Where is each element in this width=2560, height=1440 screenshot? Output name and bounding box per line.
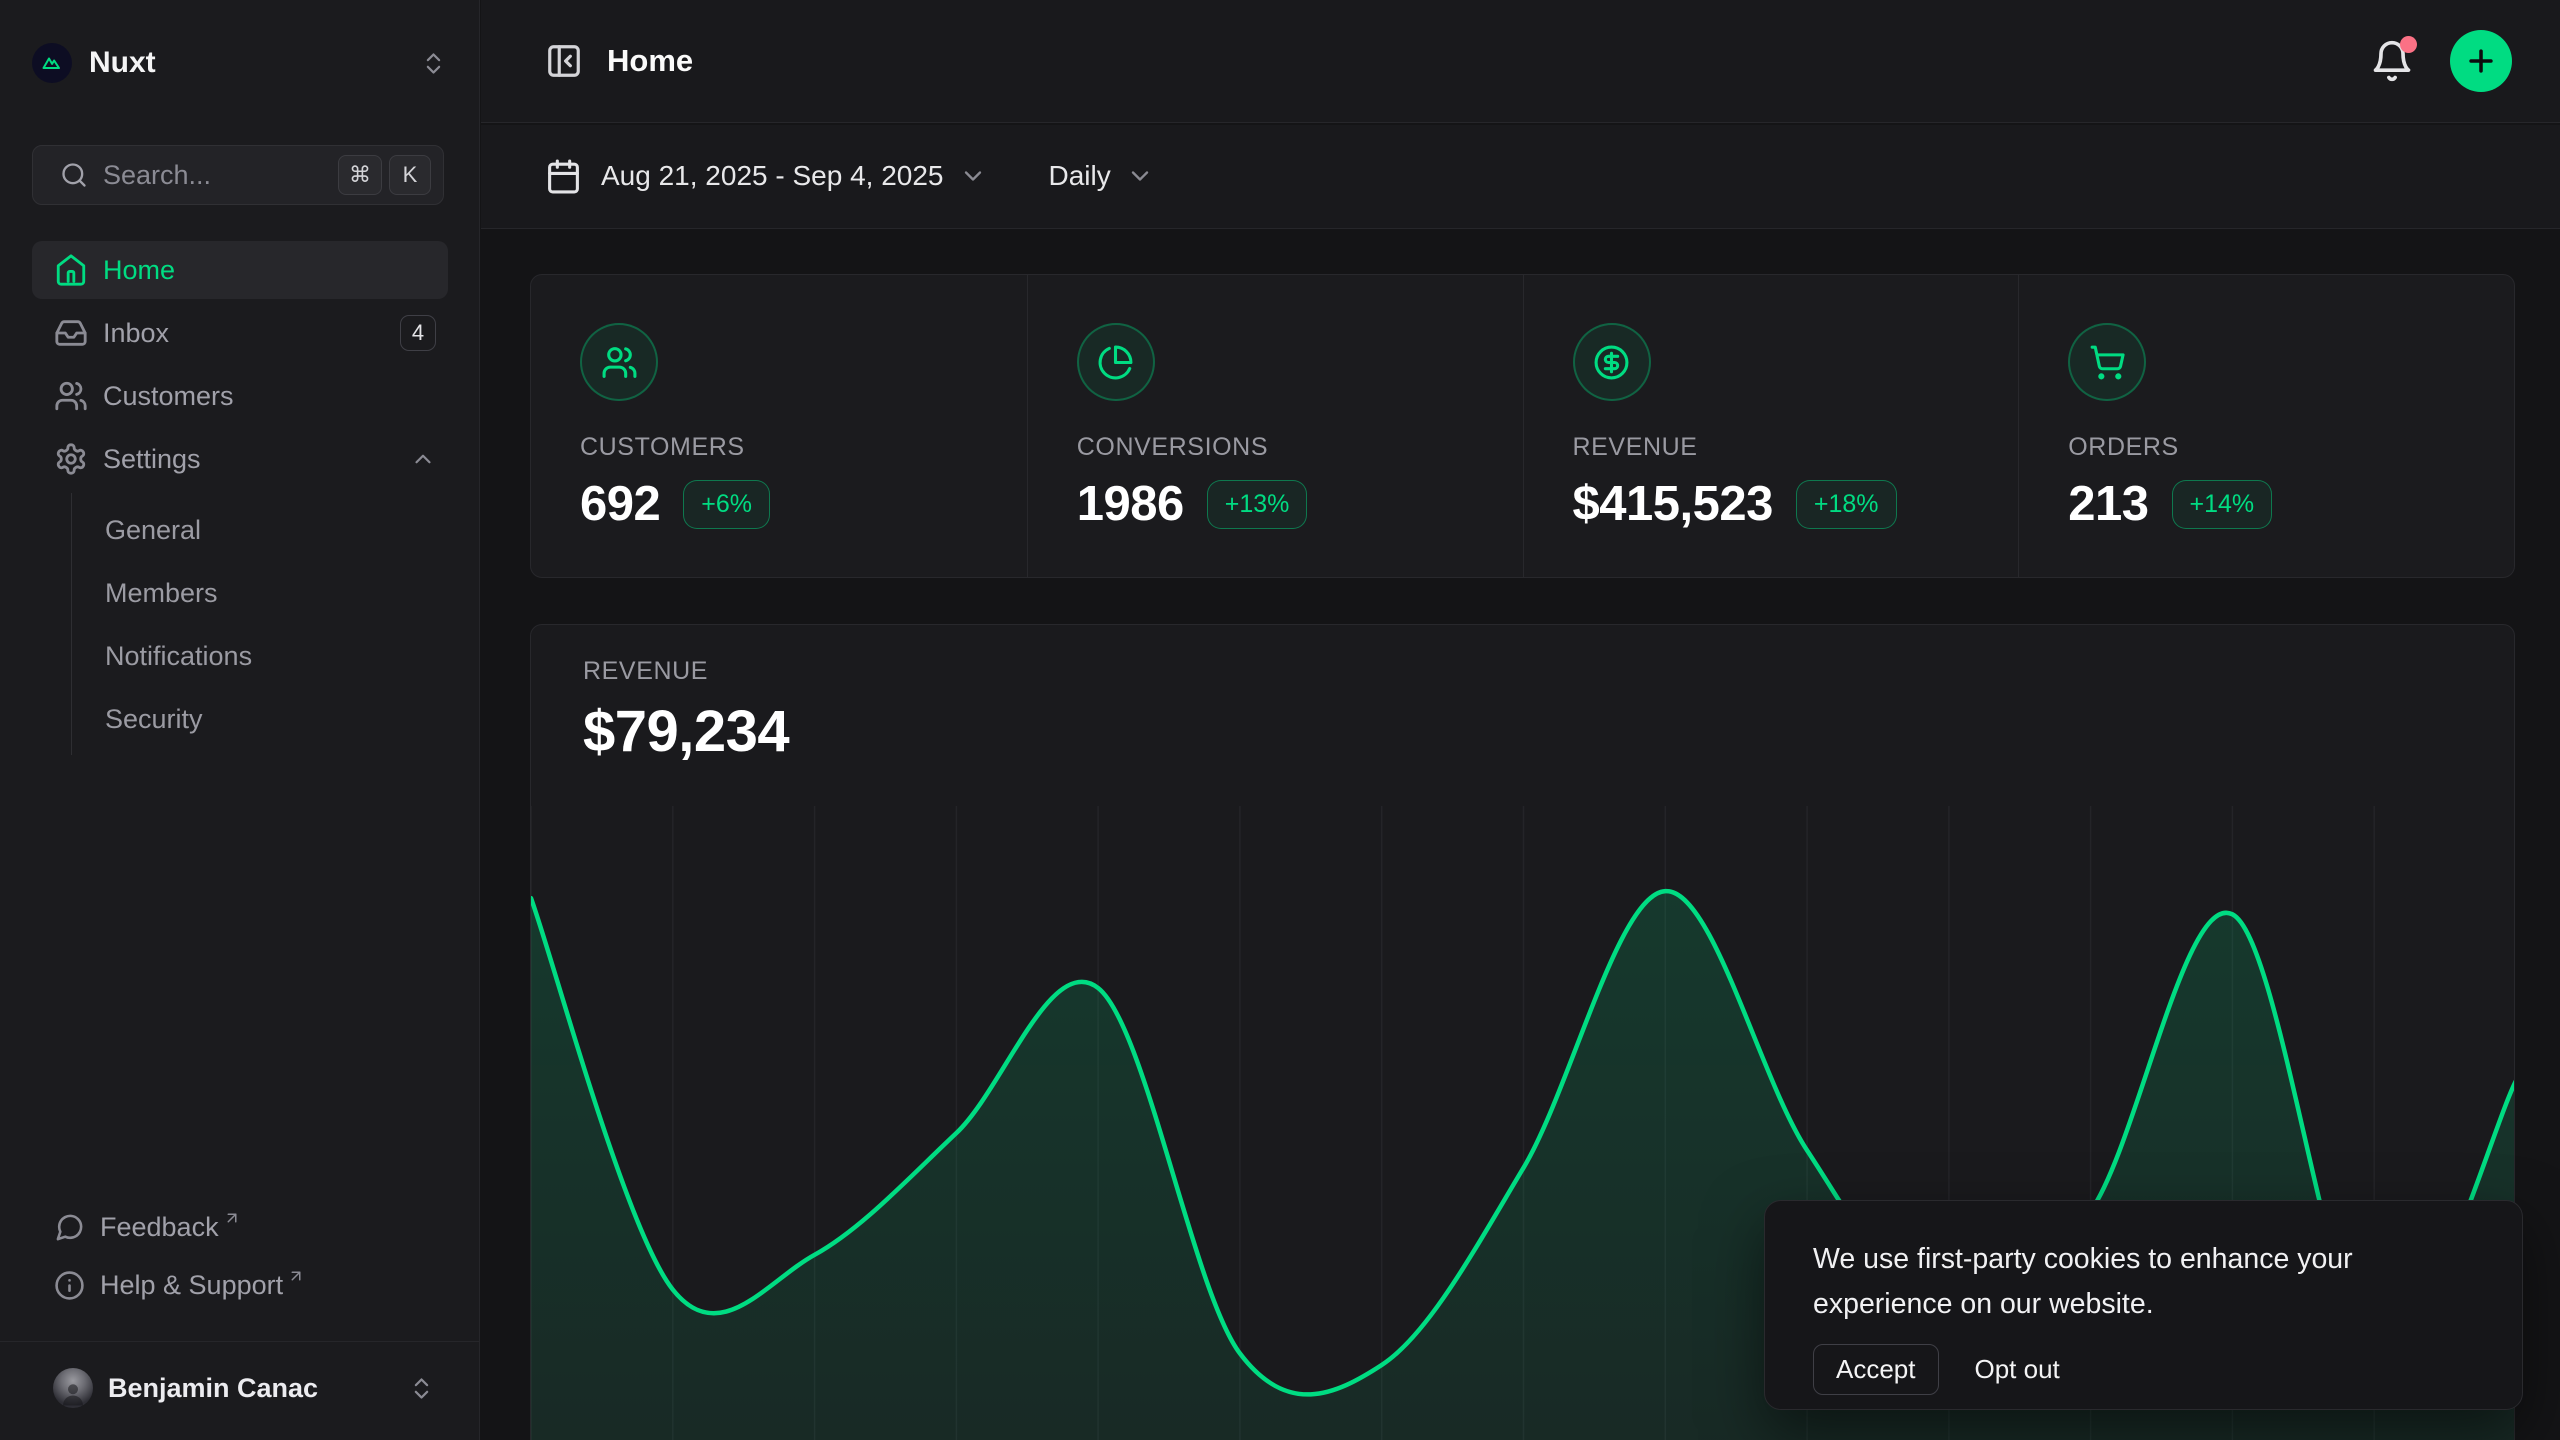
stat-label: CUSTOMERS xyxy=(580,433,1027,462)
home-icon xyxy=(54,253,88,287)
chevron-up-icon xyxy=(410,446,436,472)
stat-delta-badge: +18% xyxy=(1796,480,1897,529)
stat-label: REVENUE xyxy=(1573,433,2019,462)
page-title: Home xyxy=(607,43,693,79)
header-actions xyxy=(2370,30,2512,92)
stats-cards: CUSTOMERS 692 +6% CONVERSIONS 1986 +13% … xyxy=(530,274,2515,578)
external-link-icon xyxy=(287,1267,305,1285)
workspace-name: Nuxt xyxy=(89,46,156,80)
calendar-icon xyxy=(545,158,582,195)
shopping-cart-icon xyxy=(2068,323,2146,401)
nuxt-logo-icon xyxy=(32,43,72,83)
notification-dot xyxy=(2400,36,2417,53)
stat-label: CONVERSIONS xyxy=(1077,433,1523,462)
panel-left-close-icon[interactable] xyxy=(545,42,583,80)
stat-card-orders: ORDERS 213 +14% xyxy=(2018,275,2514,577)
sidebar-item-inbox[interactable]: Inbox 4 xyxy=(32,304,448,362)
sidebar-item-home[interactable]: Home xyxy=(32,241,448,299)
kbd-cmd: ⌘ xyxy=(338,155,382,195)
kbd-k: K xyxy=(389,155,431,195)
stat-delta-badge: +6% xyxy=(683,480,770,529)
subnav-label: Security xyxy=(105,704,203,735)
sidebar-item-label: Home xyxy=(103,255,175,286)
search-input[interactable]: ⌘ K xyxy=(32,145,444,205)
inbox-count-badge: 4 xyxy=(400,315,436,351)
stat-card-conversions: CONVERSIONS 1986 +13% xyxy=(1027,275,1523,577)
sidebar-item-label: Inbox xyxy=(103,318,169,349)
sidebar-item-label: Settings xyxy=(103,444,201,475)
search-field[interactable] xyxy=(103,160,331,191)
sidebar-item-members[interactable]: Members xyxy=(72,562,448,625)
settings-subnav: General Members Notifications Security xyxy=(71,493,448,755)
revenue-panel-value: $79,234 xyxy=(583,698,2514,765)
feedback-label: Feedback xyxy=(100,1212,219,1243)
users-icon xyxy=(54,379,88,413)
sidebar-item-settings[interactable]: Settings xyxy=(32,430,448,488)
stat-label: ORDERS xyxy=(2068,433,2514,462)
subnav-label: Notifications xyxy=(105,641,252,672)
notifications-button[interactable] xyxy=(2370,39,2414,83)
message-circle-icon xyxy=(54,1212,85,1243)
date-range-picker[interactable]: Aug 21, 2025 - Sep 4, 2025 xyxy=(545,158,987,195)
stat-value: 213 xyxy=(2068,476,2148,532)
revenue-panel-label: REVENUE xyxy=(583,657,2514,686)
feedback-link[interactable]: Feedback xyxy=(32,1198,447,1256)
stat-value: 1986 xyxy=(1077,476,1184,532)
stat-card-customers: CUSTOMERS 692 +6% xyxy=(531,275,1027,577)
sidebar-item-general[interactable]: General xyxy=(72,499,448,562)
sidebar-item-customers[interactable]: Customers xyxy=(32,367,448,425)
date-range-label: Aug 21, 2025 - Sep 4, 2025 xyxy=(601,160,944,192)
user-menu[interactable]: Benjamin Canac xyxy=(32,1357,447,1419)
circle-dollar-icon xyxy=(1573,323,1651,401)
help-support-label: Help & Support xyxy=(100,1270,283,1301)
chevron-down-icon xyxy=(1126,162,1154,190)
granularity-label: Daily xyxy=(1049,160,1111,192)
toolbar: Aug 21, 2025 - Sep 4, 2025 Daily xyxy=(481,125,2560,229)
stat-delta-badge: +13% xyxy=(1207,480,1308,529)
pie-chart-icon xyxy=(1077,323,1155,401)
add-button[interactable] xyxy=(2450,30,2512,92)
subnav-label: General xyxy=(105,515,201,546)
subnav-label: Members xyxy=(105,578,218,609)
sidebar-footer-links: Feedback Help & Support xyxy=(32,1198,447,1314)
stat-value: $415,523 xyxy=(1573,476,1773,532)
external-link-icon xyxy=(223,1209,241,1227)
workspace-switcher[interactable]: Nuxt xyxy=(32,40,447,86)
users-icon xyxy=(580,323,658,401)
sidebar-nav: Home Inbox 4 Customers Settings Gener xyxy=(32,241,448,755)
cookie-banner: We use first-party cookies to enhance yo… xyxy=(1764,1200,2523,1410)
opt-out-button[interactable]: Opt out xyxy=(1975,1354,2060,1385)
help-support-link[interactable]: Help & Support xyxy=(32,1256,447,1314)
info-circle-icon xyxy=(54,1270,85,1301)
chevrons-up-down-icon xyxy=(408,1375,435,1402)
sidebar-divider xyxy=(0,1341,479,1342)
chevrons-up-down-icon xyxy=(420,50,447,77)
avatar xyxy=(53,1368,93,1408)
inbox-icon xyxy=(54,316,88,350)
sidebar-item-notifications[interactable]: Notifications xyxy=(72,625,448,688)
accept-button[interactable]: Accept xyxy=(1813,1344,1939,1395)
user-name: Benjamin Canac xyxy=(108,1373,318,1404)
sidebar-item-security[interactable]: Security xyxy=(72,688,448,751)
sidebar: Nuxt ⌘ K Home Inbox 4 xyxy=(0,0,480,1440)
stat-value: 692 xyxy=(580,476,660,532)
stat-card-revenue: REVENUE $415,523 +18% xyxy=(1523,275,2019,577)
stat-delta-badge: +14% xyxy=(2172,480,2273,529)
chevron-down-icon xyxy=(959,162,987,190)
search-icon xyxy=(60,161,88,189)
page-header: Home xyxy=(481,0,2560,123)
sidebar-item-label: Customers xyxy=(103,381,234,412)
gear-icon xyxy=(54,442,88,476)
granularity-select[interactable]: Daily xyxy=(1049,160,1154,192)
cookie-message: We use first-party cookies to enhance yo… xyxy=(1813,1237,2433,1327)
